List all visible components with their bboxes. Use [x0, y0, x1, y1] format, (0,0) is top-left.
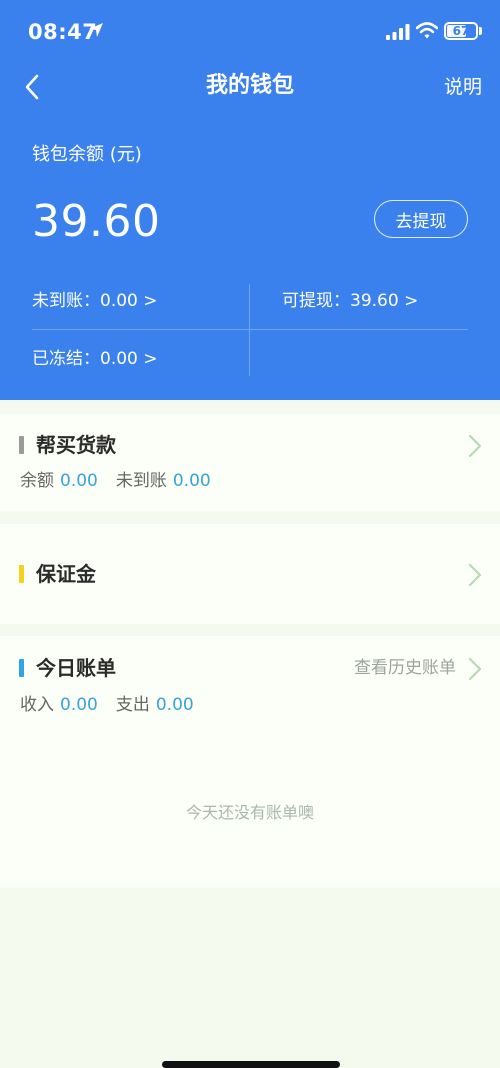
- view-history-bills-link[interactable]: 查看历史账单: [354, 656, 456, 680]
- today-bill-summary: 收入 0.00 支出 0.00: [20, 693, 194, 717]
- battery-icon: 67: [444, 22, 478, 40]
- status-time: 08:47: [28, 20, 98, 44]
- buy-payment-pending-value: 0.00: [172, 471, 211, 491]
- buy-payment-marker: [19, 436, 24, 454]
- balance-label: 钱包余额 (元): [32, 144, 142, 165]
- chevron-right-icon[interactable]: [468, 657, 482, 681]
- today-bill-title: 今日账单: [36, 656, 116, 680]
- page-title: 我的钱包: [205, 73, 294, 98]
- battery-tip: [479, 27, 482, 35]
- status-bar: 08:47 67: [0, 0, 500, 62]
- deposit-title: 保证金: [36, 562, 96, 586]
- location-arrow-icon: [89, 23, 103, 37]
- wallet-header: 08:47 67 我的钱包 说明 钱包余额 (元) 39.60 去提现 未到账：…: [0, 0, 500, 400]
- stats-divider-left: [32, 329, 249, 330]
- deposit-marker: [19, 565, 24, 583]
- battery-percent: 67: [452, 24, 470, 38]
- stats-vertical-divider: [249, 284, 250, 376]
- deposit-card[interactable]: 保证金: [0, 524, 500, 624]
- help-link[interactable]: 说明: [444, 72, 482, 102]
- buy-payment-title: 帮买货款: [36, 433, 116, 457]
- cellular-signal-icon: [386, 24, 410, 40]
- frozen-amount-link[interactable]: 已冻结：0.00 >: [32, 347, 158, 371]
- today-bill-card: 今日账单 查看历史账单 收入 0.00 支出 0.00 今天还没有账单噢: [0, 636, 500, 888]
- today-bill-marker: [19, 659, 24, 677]
- buy-payment-card[interactable]: 帮买货款 余额 0.00 未到账 0.00: [0, 414, 500, 511]
- income-value: 0.00: [60, 695, 98, 715]
- chevron-right-icon: [468, 563, 482, 587]
- balance-amount: 39.60: [32, 196, 161, 247]
- buy-payment-balance-label: 余额: [20, 471, 54, 491]
- expense-label: 支出: [115, 695, 150, 715]
- wifi-icon: [416, 22, 438, 39]
- empty-bill-message: 今天还没有账单噢: [185, 803, 314, 822]
- back-button[interactable]: [18, 72, 48, 102]
- pending-amount-link[interactable]: 未到账：0.00 >: [32, 289, 158, 313]
- buy-payment-summary: 余额 0.00 未到账 0.00: [20, 469, 211, 493]
- home-indicator[interactable]: [162, 1061, 340, 1068]
- withdraw-button[interactable]: 去提现: [374, 200, 468, 238]
- withdrawable-amount-link[interactable]: 可提现：39.60 >: [282, 289, 418, 313]
- chevron-right-icon: [468, 434, 482, 458]
- buy-payment-balance-value: 0.00: [60, 471, 98, 491]
- buy-payment-pending-label: 未到账: [115, 471, 167, 491]
- stats-divider-right: [250, 329, 468, 330]
- income-label: 收入: [20, 695, 54, 715]
- expense-value: 0.00: [155, 695, 194, 715]
